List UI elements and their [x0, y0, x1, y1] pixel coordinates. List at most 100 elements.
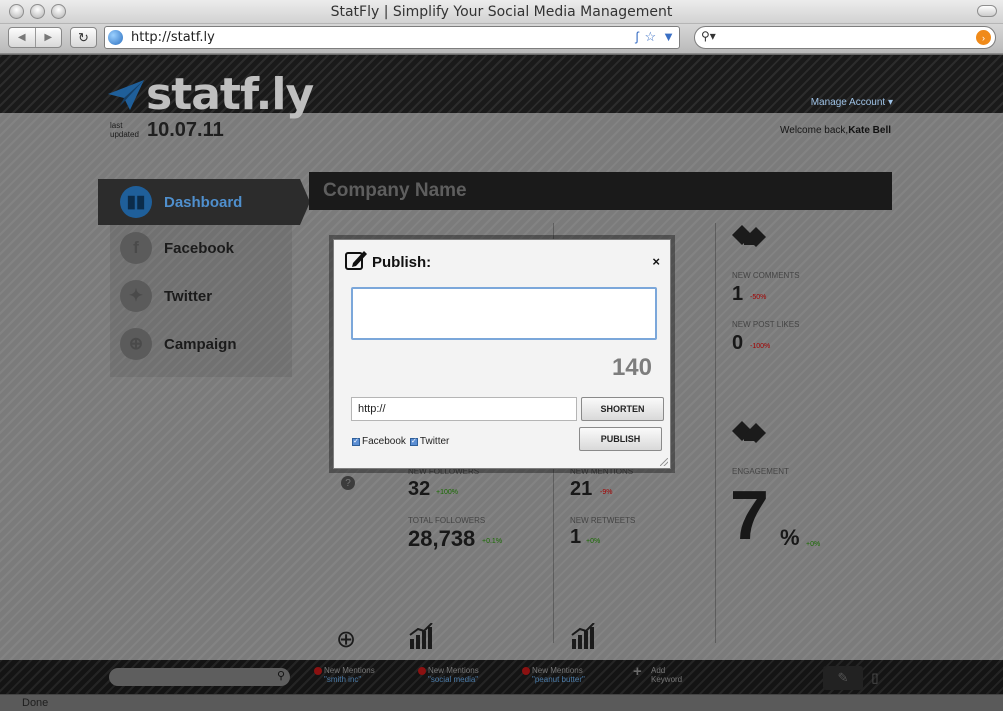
search-go-icon[interactable]: ›	[976, 30, 991, 45]
rss-icon[interactable]: ʃ	[636, 29, 639, 45]
dropdown-arrow-icon[interactable]: ▼	[662, 29, 675, 45]
new-retweets-change: +0%	[586, 538, 601, 545]
sidebar-item-label: Facebook	[164, 239, 235, 257]
site-header: statf.ly Manage Account ▾	[0, 55, 1003, 120]
new-mentions-value: 21	[570, 478, 593, 500]
growth-chart-icon	[571, 623, 595, 649]
last-updated-label: last updated	[110, 121, 139, 139]
back-arrow-icon: ◀	[17, 32, 26, 43]
total-followers-value: 28,738	[408, 526, 476, 551]
publish-dialog: Publish: × 140 SHORTEN PUBLISH ✓ Faceboo…	[333, 239, 671, 469]
new-post-likes-label: NEW POST LIKES	[732, 320, 800, 329]
mention-alert-item[interactable]: New Mentions "peanut butter"	[522, 666, 585, 684]
alert-icon	[314, 667, 322, 675]
alert-icon	[522, 667, 530, 675]
column-divider	[715, 223, 716, 643]
message-textarea[interactable]	[351, 287, 657, 340]
window-titlebar: StatFly | Simplify Your Social Media Man…	[0, 0, 1003, 24]
forward-arrow-icon: ▶	[44, 32, 53, 43]
new-retweets-label: NEW RETWEETS	[570, 516, 636, 525]
keyword-search-input[interactable]: ⚲	[109, 668, 290, 686]
forward-button[interactable]: ▶	[34, 28, 62, 47]
dialog-title: Publish:	[372, 254, 432, 271]
facebook-checkbox-label: Facebook	[362, 436, 406, 447]
sidebar-nav: ▮▮ Dashboard f Facebook ✦ Twitter ⊕ Camp…	[98, 179, 310, 377]
url-text[interactable]: http://statf.ly	[131, 30, 215, 45]
mention-alert-item[interactable]: New Mentions "smith inc"	[314, 666, 375, 684]
browser-statusbar: Done	[0, 694, 1003, 711]
crosshair-icon: ⊕	[120, 328, 152, 360]
sidebar-item-dashboard[interactable]: ▮▮ Dashboard	[98, 179, 310, 225]
character-count: 140	[611, 354, 652, 381]
growth-chart-icon	[409, 623, 433, 649]
mention-alert-item[interactable]: New Mentions "social media"	[418, 666, 479, 684]
total-followers-change: +0.1%	[482, 538, 503, 545]
sidebar-item-facebook[interactable]: f Facebook	[110, 225, 292, 271]
search-icon: ⚲▾	[701, 29, 716, 43]
engagement-label: ENGAGEMENT	[732, 467, 789, 476]
network-options: ✓ Facebook ✓ Twitter	[352, 436, 449, 447]
logo-text: statf.ly	[146, 69, 314, 120]
sidebar-item-campaign[interactable]: ⊕ Campaign	[110, 321, 292, 367]
twitter-checkbox[interactable]: ✓	[409, 437, 418, 446]
total-followers-label: TOTAL FOLLOWERS	[408, 516, 486, 525]
new-post-likes-change: -100%	[750, 343, 771, 350]
back-button[interactable]: ◀	[9, 28, 35, 47]
publish-button[interactable]: PUBLISH	[579, 427, 662, 451]
bar-chart-icon: ▮▮	[120, 186, 152, 218]
new-followers-change: +100%	[436, 489, 458, 496]
sidebar-item-label: Campaign	[164, 335, 237, 353]
facebook-icon: f	[120, 232, 152, 264]
new-post-likes-value: 0	[732, 332, 744, 354]
alert-icon	[418, 667, 426, 675]
reload-button[interactable]: ↻	[70, 27, 97, 48]
status-text: Done	[22, 697, 49, 709]
engagement-unit: %	[780, 525, 800, 550]
bookmark-star-icon[interactable]: ☆	[644, 29, 656, 45]
user-name: Kate Bell	[848, 125, 891, 136]
new-comments-value: 1	[732, 283, 744, 305]
paper-plane-icon	[108, 80, 144, 110]
resize-grip-icon[interactable]	[660, 458, 668, 466]
bottom-bar: ⚲ New Mentions "smith inc" New Mentions …	[0, 660, 1003, 694]
compose-icon[interactable]: ✎	[823, 666, 863, 690]
crosshair-icon: ⊕	[336, 626, 357, 653]
address-bar[interactable]: http://statf.ly ʃ ☆ ▼	[104, 26, 680, 49]
last-updated-date: 10.07.11	[147, 119, 224, 141]
sidebar-item-twitter[interactable]: ✦ Twitter	[110, 273, 292, 319]
engagement-value: 7	[730, 476, 769, 554]
handshake-icon	[732, 225, 766, 247]
shorten-button[interactable]: SHORTEN	[581, 397, 664, 421]
new-followers-value: 32	[408, 478, 431, 500]
sidebar-item-label: Dashboard	[164, 193, 243, 211]
browser-toolbar: ◀ ▶ ↻ http://statf.ly ʃ ☆ ▼ ⚲▾ ›	[0, 24, 1003, 54]
facebook-checkbox[interactable]: ✓	[352, 437, 360, 446]
engagement-change: +0%	[806, 541, 821, 548]
info-icon[interactable]: ?	[341, 476, 355, 490]
url-actions: ʃ ☆ ▼	[636, 29, 675, 45]
globe-icon	[108, 30, 123, 45]
browser-search-field[interactable]: ⚲▾ ›	[694, 26, 996, 49]
new-mentions-change: -9%	[600, 489, 613, 496]
edit-icon	[345, 251, 367, 270]
new-retweets-value: 1	[570, 526, 582, 548]
statfly-logo[interactable]: statf.ly	[106, 69, 314, 120]
twitter-icon: ✦	[120, 280, 152, 312]
document-icon[interactable]: ▯	[866, 666, 884, 690]
new-comments-change: -50%	[750, 294, 767, 301]
search-icon[interactable]: ⚲	[277, 669, 285, 682]
toolbar-toggle-button[interactable]	[977, 5, 997, 17]
add-keyword-button[interactable]: + Add Keyword	[633, 664, 682, 684]
sidebar-item-label: Twitter	[164, 287, 213, 305]
plus-icon: +	[633, 663, 642, 680]
handshake-icon	[732, 421, 766, 443]
manage-account-link[interactable]: Manage Account ▾	[811, 97, 893, 108]
company-name: Company Name	[323, 180, 467, 201]
reload-icon: ↻	[78, 29, 89, 45]
company-header: Company Name	[309, 172, 892, 210]
welcome-message: Welcome back,Kate Bell	[780, 125, 891, 136]
window-title: StatFly | Simplify Your Social Media Man…	[330, 4, 673, 20]
close-icon[interactable]: ×	[652, 254, 660, 269]
nav-button-group: ◀ ▶	[8, 27, 62, 48]
url-field[interactable]	[351, 397, 577, 421]
